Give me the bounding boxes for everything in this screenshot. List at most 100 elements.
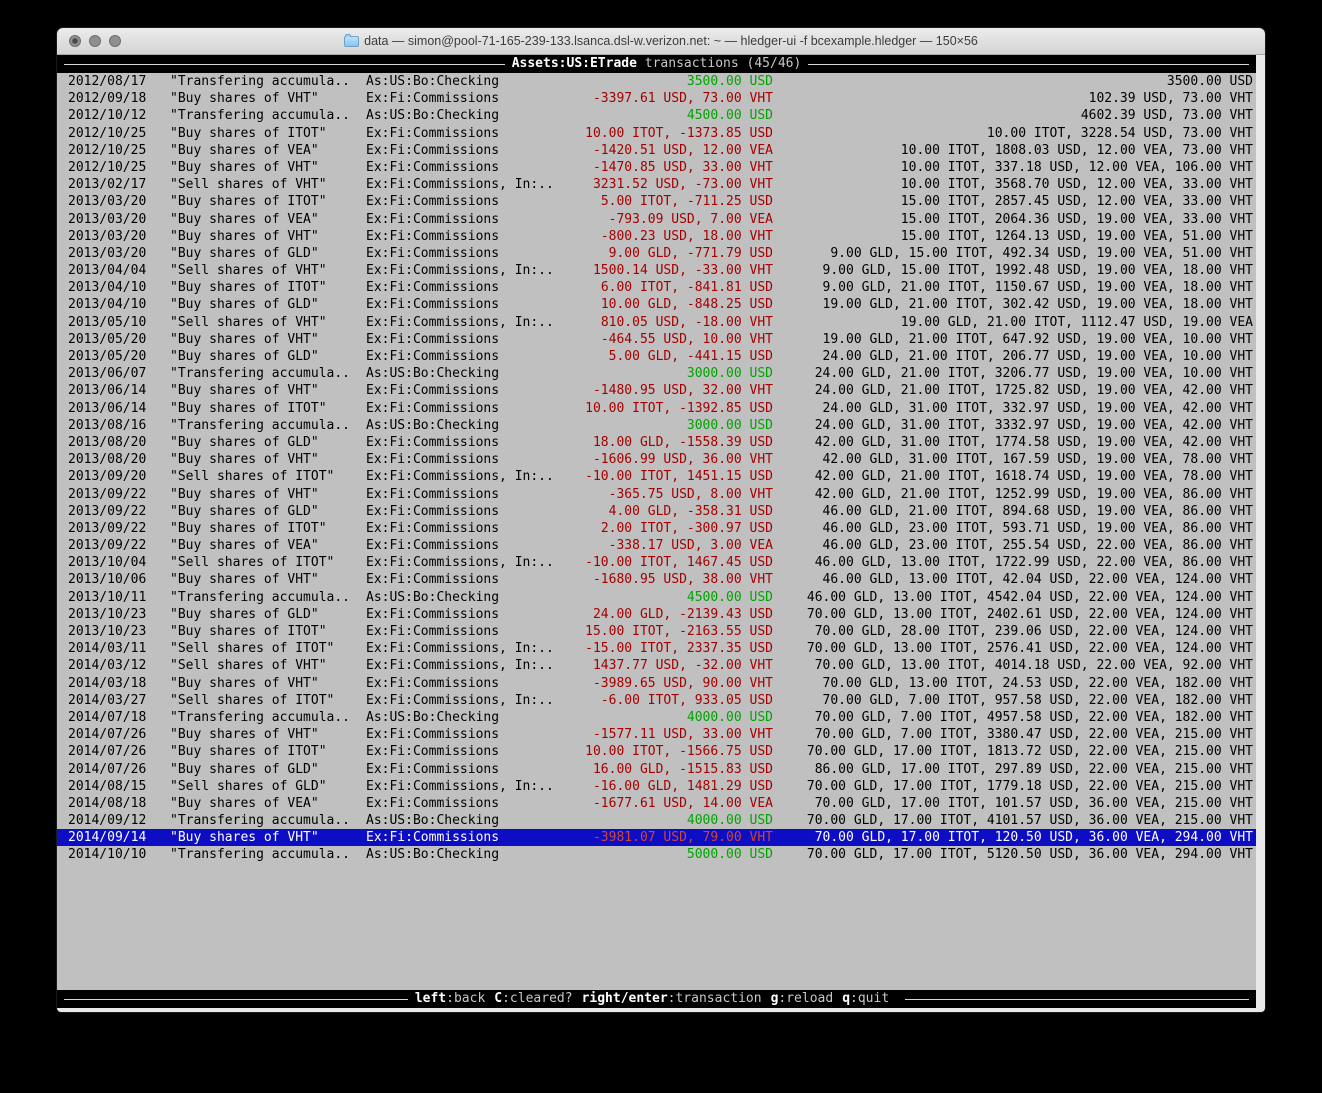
txn-accounts: As:US:Bo:Checking [366,812,562,829]
transaction-row[interactable]: 2012/10/25"Buy shares of ITOT"Ex:Fi:Comm… [57,125,1256,142]
transaction-row[interactable]: 2013/09/20"Sell shares of ITOT"Ex:Fi:Com… [57,468,1256,485]
txn-balance: 70.00 GLD, 28.00 ITOT, 239.06 USD, 22.00… [773,623,1256,640]
txn-accounts: Ex:Fi:Commissions [366,245,562,262]
txn-date: 2013/04/10 [68,296,170,313]
zoom-window-icon[interactable] [109,35,121,47]
txn-description: "Transfering accumula.. [170,589,366,606]
transaction-row[interactable]: 2013/08/20"Buy shares of VHT"Ex:Fi:Commi… [57,451,1256,468]
transaction-row[interactable]: 2013/10/11"Transfering accumula..As:US:B… [57,589,1256,606]
txn-balance: 46.00 GLD, 23.00 ITOT, 593.71 USD, 19.00… [773,520,1256,537]
close-window-icon[interactable] [69,35,81,47]
transaction-row[interactable]: 2013/05/10"Sell shares of VHT"Ex:Fi:Comm… [57,314,1256,331]
transaction-row[interactable]: 2013/08/16"Transfering accumula..As:US:B… [57,417,1256,434]
txn-description: "Buy shares of VHT" [170,726,366,743]
txn-balance: 19.00 GLD, 21.00 ITOT, 647.92 USD, 19.00… [773,331,1256,348]
transaction-row[interactable]: 2013/10/23"Buy shares of ITOT"Ex:Fi:Comm… [57,623,1256,640]
transaction-row[interactable]: 2014/09/14"Buy shares of VHT"Ex:Fi:Commi… [57,829,1256,846]
txn-date: 2013/05/20 [68,348,170,365]
txn-description: "Buy shares of VHT" [170,829,366,846]
transaction-row[interactable]: 2014/07/26"Buy shares of GLD"Ex:Fi:Commi… [57,761,1256,778]
transaction-row[interactable]: 2014/07/26"Buy shares of ITOT"Ex:Fi:Comm… [57,743,1256,760]
minimize-window-icon[interactable] [89,35,101,47]
txn-balance: 15.00 ITOT, 1264.13 USD, 19.00 VEA, 51.0… [773,228,1256,245]
txn-balance: 70.00 GLD, 17.00 ITOT, 1813.72 USD, 22.0… [773,743,1256,760]
txn-balance: 10.00 ITOT, 3228.54 USD, 73.00 VHT [773,125,1256,142]
txn-date: 2014/08/18 [68,795,170,812]
txn-date: 2012/10/25 [68,142,170,159]
txn-accounts: Ex:Fi:Commissions [366,675,562,692]
transaction-row[interactable]: 2013/03/20"Buy shares of GLD"Ex:Fi:Commi… [57,245,1256,262]
txn-description: "Buy shares of ITOT" [170,125,366,142]
transaction-row[interactable]: 2014/08/15"Sell shares of GLD"Ex:Fi:Comm… [57,778,1256,795]
transaction-row[interactable]: 2013/05/20"Buy shares of VHT"Ex:Fi:Commi… [57,331,1256,348]
txn-change: -3981.07 USD, 79.00 VHT [562,829,773,846]
transaction-row[interactable]: 2013/03/20"Buy shares of VEA"Ex:Fi:Commi… [57,211,1256,228]
txn-balance: 15.00 ITOT, 2857.45 USD, 12.00 VEA, 33.0… [773,193,1256,210]
txn-date: 2013/03/20 [68,193,170,210]
folder-proxy-icon [344,36,359,47]
txn-accounts: Ex:Fi:Commissions [366,571,562,588]
scrollbar-track[interactable] [1256,55,1265,1008]
txn-date: 2013/08/20 [68,434,170,451]
transaction-row[interactable]: 2013/09/22"Buy shares of VEA"Ex:Fi:Commi… [57,537,1256,554]
txn-date: 2014/08/15 [68,778,170,795]
transaction-row[interactable]: 2013/10/04"Sell shares of ITOT"Ex:Fi:Com… [57,554,1256,571]
transaction-row[interactable]: 2012/10/25"Buy shares of VHT"Ex:Fi:Commi… [57,159,1256,176]
transaction-row[interactable]: 2013/04/10"Buy shares of ITOT"Ex:Fi:Comm… [57,279,1256,296]
transaction-row[interactable]: 2014/03/11"Sell shares of ITOT"Ex:Fi:Com… [57,640,1256,657]
txn-change: 6.00 ITOT, -841.81 USD [562,279,773,296]
txn-balance: 42.00 GLD, 31.00 ITOT, 167.59 USD, 19.00… [773,451,1256,468]
transaction-row[interactable]: 2013/08/20"Buy shares of GLD"Ex:Fi:Commi… [57,434,1256,451]
transaction-row[interactable]: 2013/05/20"Buy shares of GLD"Ex:Fi:Commi… [57,348,1256,365]
transaction-row[interactable]: 2013/03/20"Buy shares of VHT"Ex:Fi:Commi… [57,228,1256,245]
txn-change: -1677.61 USD, 14.00 VEA [562,795,773,812]
txn-change: -1680.95 USD, 38.00 VHT [562,571,773,588]
txn-description: "Buy shares of VEA" [170,142,366,159]
txn-description: "Transfering accumula.. [170,107,366,124]
txn-accounts: Ex:Fi:Commissions, In:.. [366,554,562,571]
transaction-row[interactable]: 2013/10/23"Buy shares of GLD"Ex:Fi:Commi… [57,606,1256,623]
transaction-row[interactable]: 2012/10/12"Transfering accumula..As:US:B… [57,107,1256,124]
txn-date: 2014/07/26 [68,726,170,743]
transaction-row[interactable]: 2013/09/22"Buy shares of VHT"Ex:Fi:Commi… [57,486,1256,503]
txn-balance: 3500.00 USD [773,73,1256,90]
txn-change: -365.75 USD, 8.00 VHT [562,486,773,503]
transaction-row[interactable]: 2013/03/20"Buy shares of ITOT"Ex:Fi:Comm… [57,193,1256,210]
txn-accounts: As:US:Bo:Checking [366,73,562,90]
transaction-row[interactable]: 2014/07/18"Transfering accumula..As:US:B… [57,709,1256,726]
txn-description: "Buy shares of ITOT" [170,193,366,210]
transaction-row[interactable]: 2014/08/18"Buy shares of VEA"Ex:Fi:Commi… [57,795,1256,812]
txn-description: "Buy shares of GLD" [170,503,366,520]
txn-date: 2013/09/22 [68,486,170,503]
transaction-row[interactable]: 2014/03/27"Sell shares of ITOT"Ex:Fi:Com… [57,692,1256,709]
transaction-row[interactable]: 2013/09/22"Buy shares of ITOT"Ex:Fi:Comm… [57,520,1256,537]
transaction-row[interactable]: 2014/10/10"Transfering accumula..As:US:B… [57,846,1256,863]
transaction-row[interactable]: 2013/10/06"Buy shares of VHT"Ex:Fi:Commi… [57,571,1256,588]
transaction-row[interactable]: 2013/04/04"Sell shares of VHT"Ex:Fi:Comm… [57,262,1256,279]
txn-date: 2013/09/22 [68,520,170,537]
transaction-row[interactable]: 2013/09/22"Buy shares of GLD"Ex:Fi:Commi… [57,503,1256,520]
transaction-row[interactable]: 2012/08/17"Transfering accumula..As:US:B… [57,73,1256,90]
txn-accounts: Ex:Fi:Commissions [366,623,562,640]
transaction-row[interactable]: 2014/03/18"Buy shares of VHT"Ex:Fi:Commi… [57,675,1256,692]
txn-change: -1420.51 USD, 12.00 VEA [562,142,773,159]
txn-description: "Sell shares of VHT" [170,314,366,331]
txn-accounts: Ex:Fi:Commissions [366,348,562,365]
transaction-row[interactable]: 2012/09/18"Buy shares of VHT"Ex:Fi:Commi… [57,90,1256,107]
transaction-row[interactable]: 2013/04/10"Buy shares of GLD"Ex:Fi:Commi… [57,296,1256,313]
txn-balance: 70.00 GLD, 17.00 ITOT, 1779.18 USD, 22.0… [773,778,1256,795]
transaction-row[interactable]: 2013/06/07"Transfering accumula..As:US:B… [57,365,1256,382]
transaction-row[interactable]: 2013/06/14"Buy shares of VHT"Ex:Fi:Commi… [57,382,1256,399]
transaction-row[interactable]: 2013/02/17"Sell shares of VHT"Ex:Fi:Comm… [57,176,1256,193]
txn-accounts: Ex:Fi:Commissions [366,503,562,520]
txn-description: "Transfering accumula.. [170,846,366,863]
window-titlebar[interactable]: data — simon@pool-71-165-239-133.lsanca.… [57,28,1265,55]
transaction-row[interactable]: 2012/10/25"Buy shares of VEA"Ex:Fi:Commi… [57,142,1256,159]
txn-date: 2013/03/20 [68,245,170,262]
transaction-row[interactable]: 2014/03/12"Sell shares of VHT"Ex:Fi:Comm… [57,657,1256,674]
transaction-row[interactable]: 2013/06/14"Buy shares of ITOT"Ex:Fi:Comm… [57,400,1256,417]
transaction-row[interactable]: 2014/07/26"Buy shares of VHT"Ex:Fi:Commi… [57,726,1256,743]
transaction-row[interactable]: 2014/09/12"Transfering accumula..As:US:B… [57,812,1256,829]
txn-change: 24.00 GLD, -2139.43 USD [562,606,773,623]
txn-accounts: Ex:Fi:Commissions, In:.. [366,176,562,193]
